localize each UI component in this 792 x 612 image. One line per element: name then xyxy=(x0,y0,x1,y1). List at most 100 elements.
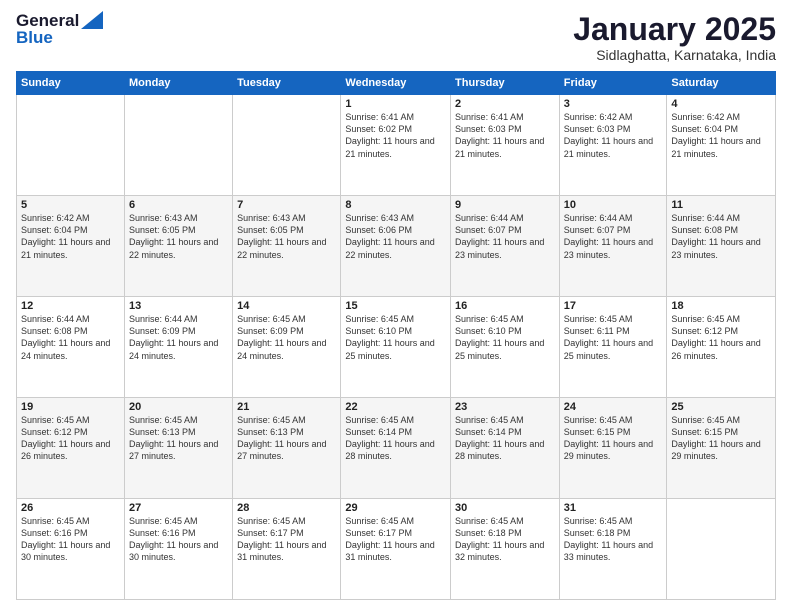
table-cell: 6Sunrise: 6:43 AMSunset: 6:05 PMDaylight… xyxy=(124,196,232,297)
day-info: Sunrise: 6:45 AMSunset: 6:16 PMDaylight:… xyxy=(129,516,218,562)
table-cell: 15Sunrise: 6:45 AMSunset: 6:10 PMDayligh… xyxy=(341,297,451,398)
day-number: 28 xyxy=(237,502,336,514)
day-number: 11 xyxy=(671,199,771,211)
day-number: 9 xyxy=(455,199,555,211)
day-number: 8 xyxy=(345,199,446,211)
table-cell: 13 Sunrise: 6:44 AMSunset: 6:09 PMDayligh… xyxy=(124,297,232,398)
table-cell: 7 Sunrise: 6:43 AMSunset: 6:05 PMDaylight… xyxy=(233,196,341,297)
day-info: Sunrise: 6:41 AMSunset: 6:03 PMDaylight:… xyxy=(455,112,544,158)
day-info: Sunrise: 6:45 AMSunset: 6:18 PMDaylight:… xyxy=(564,516,653,562)
table-cell: 30 Sunrise: 6:45 AMSunset: 6:18 PMDayligh… xyxy=(451,499,560,600)
table-cell: 19 Sunrise: 6:45 AMSunset: 6:12 PMDayligh… xyxy=(17,398,125,499)
page: General Blue January 2025 Sidlaghatta, K… xyxy=(0,0,792,612)
table-cell: 25Sunrise: 6:45 AMSunset: 6:15 PMDayligh… xyxy=(667,398,776,499)
day-number: 18 xyxy=(671,300,771,312)
day-number: 25 xyxy=(671,401,771,413)
day-number: 2 xyxy=(455,98,555,110)
day-number: 26 xyxy=(21,502,120,514)
table-cell xyxy=(667,499,776,600)
day-number: 7 xyxy=(237,199,336,211)
header-saturday: Saturday xyxy=(667,72,776,95)
day-number: 27 xyxy=(129,502,228,514)
table-cell: 26 Sunrise: 6:45 AMSunset: 6:16 PMDayligh… xyxy=(17,499,125,600)
table-cell xyxy=(233,95,341,196)
header-friday: Friday xyxy=(559,72,667,95)
day-info: Sunrise: 6:42 AMSunset: 6:03 PMDaylight:… xyxy=(564,112,653,158)
day-number: 15 xyxy=(345,300,446,312)
table-cell: 21 Sunrise: 6:45 AMSunset: 6:13 PMDayligh… xyxy=(233,398,341,499)
day-info: Sunrise: 6:45 AMSunset: 6:12 PMDaylight:… xyxy=(671,314,760,360)
table-cell: 8Sunrise: 6:43 AMSunset: 6:06 PMDaylight… xyxy=(341,196,451,297)
table-cell: 22 Sunrise: 6:45 AMSunset: 6:14 PMDayligh… xyxy=(341,398,451,499)
location-subtitle: Sidlaghatta, Karnataka, India xyxy=(573,47,776,63)
header: General Blue January 2025 Sidlaghatta, K… xyxy=(16,12,776,63)
table-cell: 2 Sunrise: 6:41 AMSunset: 6:03 PMDaylight… xyxy=(451,95,560,196)
day-number: 13 xyxy=(129,300,228,312)
table-cell: 9Sunrise: 6:44 AMSunset: 6:07 PMDaylight… xyxy=(451,196,560,297)
day-number: 10 xyxy=(564,199,663,211)
day-number: 21 xyxy=(237,401,336,413)
table-cell: 29Sunrise: 6:45 AMSunset: 6:17 PMDayligh… xyxy=(341,499,451,600)
table-cell: 28 Sunrise: 6:45 AMSunset: 6:17 PMDayligh… xyxy=(233,499,341,600)
day-info: Sunrise: 6:42 AMSunset: 6:04 PMDaylight:… xyxy=(21,213,110,259)
day-number: 12 xyxy=(21,300,120,312)
day-info: Sunrise: 6:45 AMSunset: 6:14 PMDaylight:… xyxy=(345,415,434,461)
table-cell: 23 Sunrise: 6:45 AMSunset: 6:14 PMDayligh… xyxy=(451,398,560,499)
day-number: 24 xyxy=(564,401,663,413)
header-monday: Monday xyxy=(124,72,232,95)
table-cell: 10Sunrise: 6:44 AMSunset: 6:07 PMDayligh… xyxy=(559,196,667,297)
table-cell: 5 Sunrise: 6:42 AMSunset: 6:04 PMDaylight… xyxy=(17,196,125,297)
week-row-4: 19 Sunrise: 6:45 AMSunset: 6:12 PMDayligh… xyxy=(17,398,776,499)
table-cell xyxy=(124,95,232,196)
day-info: Sunrise: 6:45 AMSunset: 6:14 PMDaylight:… xyxy=(455,415,544,461)
header-sunday: Sunday xyxy=(17,72,125,95)
day-number: 5 xyxy=(21,199,120,211)
table-cell: 17 Sunrise: 6:45 AMSunset: 6:11 PMDayligh… xyxy=(559,297,667,398)
day-info: Sunrise: 6:41 AMSunset: 6:02 PMDaylight:… xyxy=(345,112,434,158)
table-cell: 18 Sunrise: 6:45 AMSunset: 6:12 PMDayligh… xyxy=(667,297,776,398)
day-info: Sunrise: 6:45 AMSunset: 6:10 PMDaylight:… xyxy=(455,314,544,360)
day-info: Sunrise: 6:44 AMSunset: 6:08 PMDaylight:… xyxy=(21,314,110,360)
table-cell: 16 Sunrise: 6:45 AMSunset: 6:10 PMDayligh… xyxy=(451,297,560,398)
table-cell: 24Sunrise: 6:45 AMSunset: 6:15 PMDayligh… xyxy=(559,398,667,499)
day-number: 30 xyxy=(455,502,555,514)
table-cell: 3 Sunrise: 6:42 AMSunset: 6:03 PMDaylight… xyxy=(559,95,667,196)
calendar-table: Sunday Monday Tuesday Wednesday Thursday… xyxy=(16,71,776,600)
day-number: 6 xyxy=(129,199,228,211)
day-number: 20 xyxy=(129,401,228,413)
day-info: Sunrise: 6:45 AMSunset: 6:17 PMDaylight:… xyxy=(345,516,434,562)
day-number: 14 xyxy=(237,300,336,312)
day-info: Sunrise: 6:45 AMSunset: 6:16 PMDaylight:… xyxy=(21,516,110,562)
day-number: 17 xyxy=(564,300,663,312)
day-info: Sunrise: 6:45 AMSunset: 6:09 PMDaylight:… xyxy=(237,314,326,360)
table-cell: 1 Sunrise: 6:41 AMSunset: 6:02 PMDaylight… xyxy=(341,95,451,196)
day-number: 16 xyxy=(455,300,555,312)
day-info: Sunrise: 6:45 AMSunset: 6:18 PMDaylight:… xyxy=(455,516,544,562)
day-info: Sunrise: 6:44 AMSunset: 6:09 PMDaylight:… xyxy=(129,314,218,360)
day-info: Sunrise: 6:45 AMSunset: 6:17 PMDaylight:… xyxy=(237,516,326,562)
month-title: January 2025 xyxy=(573,12,776,47)
day-number: 3 xyxy=(564,98,663,110)
header-tuesday: Tuesday xyxy=(233,72,341,95)
table-cell: 14 Sunrise: 6:45 AMSunset: 6:09 PMDayligh… xyxy=(233,297,341,398)
day-info: Sunrise: 6:45 AMSunset: 6:11 PMDaylight:… xyxy=(564,314,653,360)
day-info: Sunrise: 6:43 AMSunset: 6:05 PMDaylight:… xyxy=(237,213,326,259)
day-number: 22 xyxy=(345,401,446,413)
table-cell: 20 Sunrise: 6:45 AMSunset: 6:13 PMDayligh… xyxy=(124,398,232,499)
logo: General Blue xyxy=(16,12,103,47)
table-cell: 31 Sunrise: 6:45 AMSunset: 6:18 PMDayligh… xyxy=(559,499,667,600)
logo-icon xyxy=(81,11,103,29)
day-info: Sunrise: 6:45 AMSunset: 6:12 PMDaylight:… xyxy=(21,415,110,461)
day-info: Sunrise: 6:45 AMSunset: 6:13 PMDaylight:… xyxy=(237,415,326,461)
day-number: 1 xyxy=(345,98,446,110)
header-wednesday: Wednesday xyxy=(341,72,451,95)
week-row-1: 1 Sunrise: 6:41 AMSunset: 6:02 PMDaylight… xyxy=(17,95,776,196)
day-number: 19 xyxy=(21,401,120,413)
day-info: Sunrise: 6:45 AMSunset: 6:13 PMDaylight:… xyxy=(129,415,218,461)
table-cell: 4Sunrise: 6:42 AMSunset: 6:04 PMDaylight… xyxy=(667,95,776,196)
logo-text-blue: Blue xyxy=(16,29,53,48)
day-number: 31 xyxy=(564,502,663,514)
table-cell: 27 Sunrise: 6:45 AMSunset: 6:16 PMDayligh… xyxy=(124,499,232,600)
day-number: 23 xyxy=(455,401,555,413)
table-cell xyxy=(17,95,125,196)
